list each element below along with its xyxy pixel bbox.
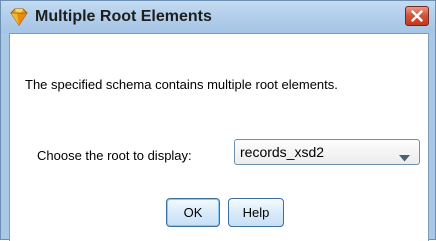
dialog-title: Multiple Root Elements (35, 8, 212, 25)
gem-icon (9, 7, 29, 27)
root-select[interactable]: records_xsd2 (234, 139, 420, 165)
title-bar[interactable]: Multiple Root Elements (1, 1, 435, 33)
close-icon (411, 10, 423, 22)
root-select-value: records_xsd2 (240, 144, 325, 160)
root-select-label: Choose the root to display: (37, 148, 192, 163)
ok-button[interactable]: OK (166, 198, 220, 227)
help-button[interactable]: Help (228, 198, 284, 227)
chevron-down-icon (399, 149, 410, 167)
schema-message: The specified schema contains multiple r… (25, 77, 338, 92)
close-button[interactable] (405, 6, 429, 26)
dialog-window: Multiple Root Elements The specified sch… (0, 0, 436, 241)
